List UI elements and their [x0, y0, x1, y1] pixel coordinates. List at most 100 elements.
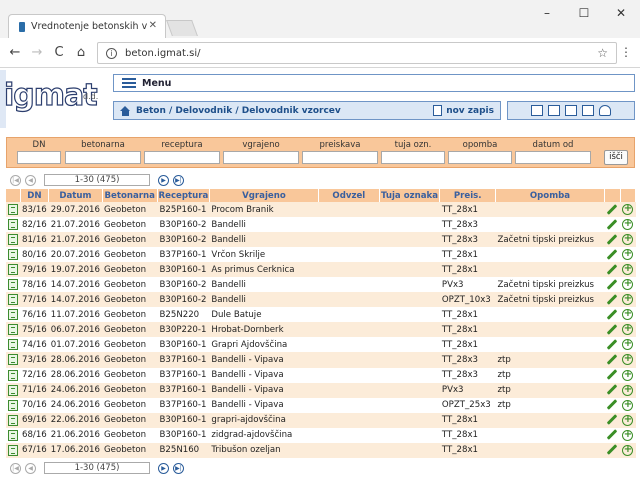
first-page-icon[interactable]: |◀ [10, 462, 21, 474]
plus-circle-icon[interactable]: + [622, 249, 634, 261]
row-edit-cell[interactable] [604, 247, 621, 263]
document-icon[interactable] [8, 384, 18, 396]
row-edit-cell[interactable] [604, 352, 621, 368]
row-doc-cell[interactable] [6, 232, 20, 248]
table-row[interactable]: 83/16 29.07.2016 Geobeton B25P160-1 Procom B… [6, 202, 636, 218]
row-add-cell[interactable]: + [620, 337, 636, 353]
new-tab-button[interactable] [166, 20, 198, 36]
header-receptura[interactable]: Receptura [157, 189, 210, 202]
row-edit-cell[interactable] [604, 277, 621, 293]
filter-input-tuja[interactable] [381, 151, 445, 164]
plus-circle-icon[interactable]: + [622, 324, 634, 336]
filter-input-betonarna[interactable] [65, 151, 141, 164]
plus-circle-icon[interactable]: + [622, 279, 634, 291]
row-doc-cell[interactable] [6, 337, 20, 353]
row-edit-cell[interactable] [604, 397, 621, 413]
document-icon[interactable] [8, 234, 18, 246]
row-add-cell[interactable]: + [620, 307, 636, 323]
excel-icon[interactable] [548, 105, 560, 116]
table-row[interactable]: 72/16 28.06.2016 Geobeton B37P160-1 Bandelli… [6, 367, 636, 383]
row-edit-cell[interactable] [604, 322, 621, 338]
plus-circle-icon[interactable]: + [622, 234, 634, 246]
row-doc-cell[interactable] [6, 277, 20, 293]
plus-circle-icon[interactable]: + [622, 309, 634, 321]
pencil-icon[interactable] [607, 233, 618, 245]
table-row[interactable]: 82/16 21.07.2016 Geobeton B30P160-2 Bandelli… [6, 217, 636, 233]
table-row[interactable]: 76/16 11.07.2016 Geobeton B25N220 Dule Batuj… [6, 307, 636, 323]
header-odvzel[interactable]: Odvzel [318, 189, 380, 202]
lock-icon[interactable] [582, 105, 594, 116]
pencil-icon[interactable] [607, 324, 618, 335]
table-row[interactable]: 74/16 01.07.2016 Geobeton B30P160-1 Grapri A… [6, 337, 636, 353]
document-icon[interactable] [8, 339, 18, 351]
row-add-cell[interactable]: + [620, 322, 636, 338]
pencil-icon[interactable] [607, 339, 618, 350]
table-row[interactable]: 67/16 17.06.2016 Geobeton B25N160 Tribušon o… [6, 442, 636, 458]
row-doc-cell[interactable] [6, 352, 20, 368]
header-betonarna[interactable]: Betonarna [102, 189, 158, 202]
row-edit-cell[interactable] [604, 232, 621, 248]
prev-page-icon[interactable]: ◀ [25, 462, 36, 474]
table-row[interactable]: 75/16 06.07.2016 Geobeton B30P220-1 Hrobat-D… [6, 322, 636, 338]
row-add-cell[interactable]: + [620, 202, 636, 218]
row-doc-cell[interactable] [6, 217, 20, 233]
plus-circle-icon[interactable]: + [622, 429, 634, 441]
row-add-cell[interactable]: + [620, 367, 636, 383]
row-doc-cell[interactable] [6, 397, 20, 413]
pencil-icon[interactable] [607, 203, 618, 215]
row-add-cell[interactable]: + [620, 397, 636, 413]
row-doc-cell[interactable] [6, 247, 20, 263]
filter-input-preiskava[interactable] [302, 151, 378, 164]
new-record-button[interactable]: nov zapis [433, 105, 494, 116]
document-icon[interactable] [8, 324, 18, 336]
plus-circle-icon[interactable]: + [622, 294, 634, 306]
reload-button[interactable]: C [48, 45, 70, 60]
table-row[interactable]: 81/16 21.07.2016 Geobeton B30P160-2 Bandelli… [6, 232, 636, 248]
plus-circle-icon[interactable]: + [622, 354, 634, 366]
filter-input-vgrajeno[interactable] [223, 151, 299, 164]
header-opomba[interactable]: Opomba [495, 189, 605, 202]
row-add-cell[interactable]: + [620, 412, 636, 428]
row-edit-cell[interactable] [604, 307, 621, 323]
document-icon[interactable] [8, 429, 18, 441]
row-doc-cell[interactable] [6, 307, 20, 323]
row-doc-cell[interactable] [6, 412, 20, 428]
pencil-icon[interactable] [607, 278, 618, 290]
browser-tab[interactable]: Vrednotenje betonskih v ✕ [8, 14, 166, 38]
plus-circle-icon[interactable]: + [622, 414, 634, 426]
row-edit-cell[interactable] [604, 382, 621, 398]
row-edit-cell[interactable] [604, 262, 621, 278]
row-doc-cell[interactable] [6, 202, 20, 218]
pencil-icon[interactable] [607, 399, 618, 410]
header-datum[interactable]: Datum [48, 189, 103, 202]
pencil-icon[interactable] [607, 263, 618, 275]
filter-input-dn[interactable] [17, 151, 61, 164]
document-icon[interactable] [8, 444, 18, 456]
window-close-button[interactable]: ✕ [606, 6, 636, 20]
pencil-icon[interactable] [607, 429, 618, 441]
plus-circle-icon[interactable]: + [622, 339, 634, 351]
row-doc-cell[interactable] [6, 322, 20, 338]
table-icon[interactable] [531, 105, 543, 116]
home-icon[interactable] [120, 105, 131, 116]
table-row[interactable]: 79/16 19.07.2016 Geobeton B30P160-1 As primu… [6, 262, 636, 278]
document-icon[interactable] [8, 279, 18, 291]
table-row[interactable]: 70/16 24.06.2016 Geobeton B37P160-1 Bandelli… [6, 397, 636, 413]
row-add-cell[interactable]: + [620, 277, 636, 293]
document-icon[interactable] [8, 414, 18, 426]
row-doc-cell[interactable] [6, 382, 20, 398]
header-vgrajeno[interactable]: Vgrajeno [209, 189, 320, 202]
row-doc-cell[interactable] [6, 262, 20, 278]
plus-circle-icon[interactable]: + [622, 399, 634, 411]
table-row[interactable]: 80/16 20.07.2016 Geobeton B37P160-1 Vrčon Sk… [6, 247, 636, 263]
breadcrumb-text[interactable]: Beton / Delovodnik / Delovodnik vzorcev [136, 106, 341, 116]
row-doc-cell[interactable] [6, 442, 20, 458]
tab-close-icon[interactable]: ✕ [149, 20, 157, 31]
row-edit-cell[interactable] [604, 367, 621, 383]
back-button[interactable]: ← [4, 45, 26, 60]
info-icon[interactable]: i [106, 47, 117, 59]
next-page-icon[interactable]: ▶ [158, 174, 169, 186]
row-edit-cell[interactable] [604, 442, 621, 458]
document-icon[interactable] [8, 399, 18, 411]
plus-circle-icon[interactable]: + [622, 264, 634, 276]
